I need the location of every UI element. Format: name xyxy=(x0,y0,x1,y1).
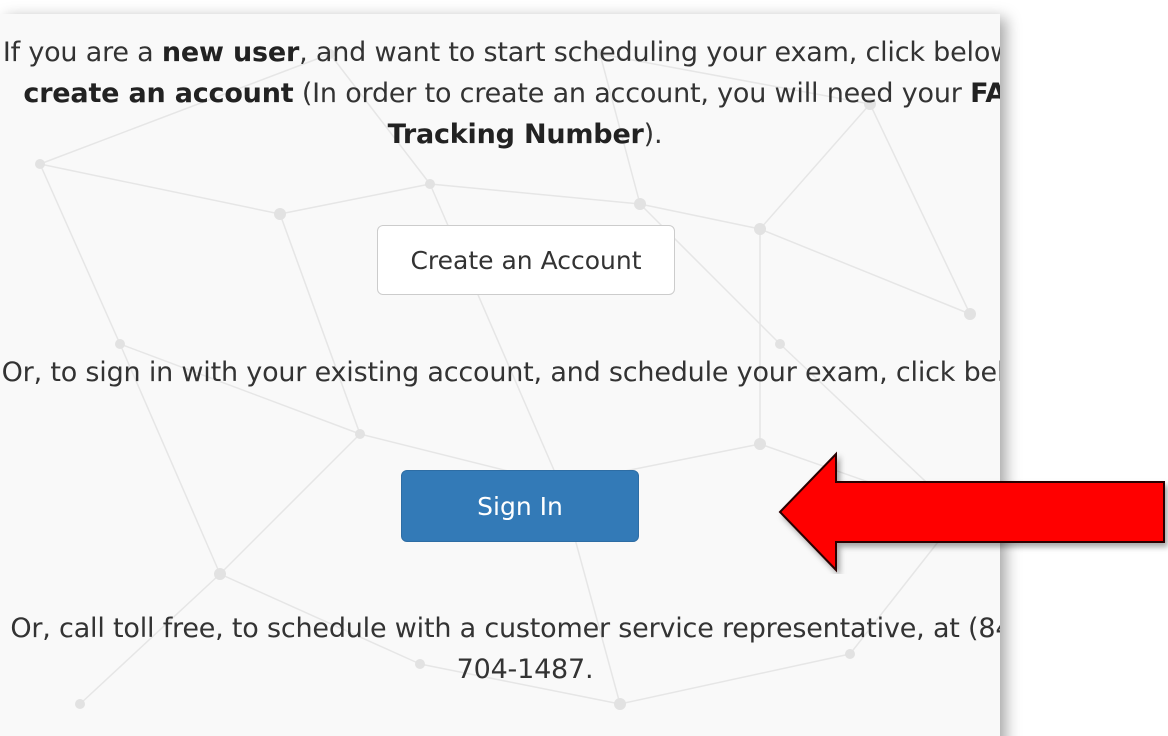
intro-text-1: If you are a xyxy=(2,37,162,68)
red-arrow-icon xyxy=(778,451,1165,573)
new-user-instructions: If you are a new user, and want to start… xyxy=(0,32,1000,155)
sign-in-button[interactable]: Sign In xyxy=(401,470,639,542)
create-account-button[interactable]: Create an Account xyxy=(377,225,675,295)
screenshot: If you are a new user, and want to start… xyxy=(0,0,1168,736)
intro-text-4: ). xyxy=(643,119,663,150)
sign-in-instructions: Or, to sign in with your existing accoun… xyxy=(1,357,1000,388)
phone-instructions: Or, call toll free, to schedule with a c… xyxy=(10,613,1000,685)
intro-bold-new-user: new user xyxy=(161,37,300,68)
intro-bold-create-account: create an account xyxy=(23,78,294,109)
intro-text-2: , and want to start scheduling your exam… xyxy=(299,37,1000,68)
intro-text-3: (In order to create an account, you will… xyxy=(293,78,971,109)
scheduling-panel: If you are a new user, and want to start… xyxy=(0,14,1000,736)
